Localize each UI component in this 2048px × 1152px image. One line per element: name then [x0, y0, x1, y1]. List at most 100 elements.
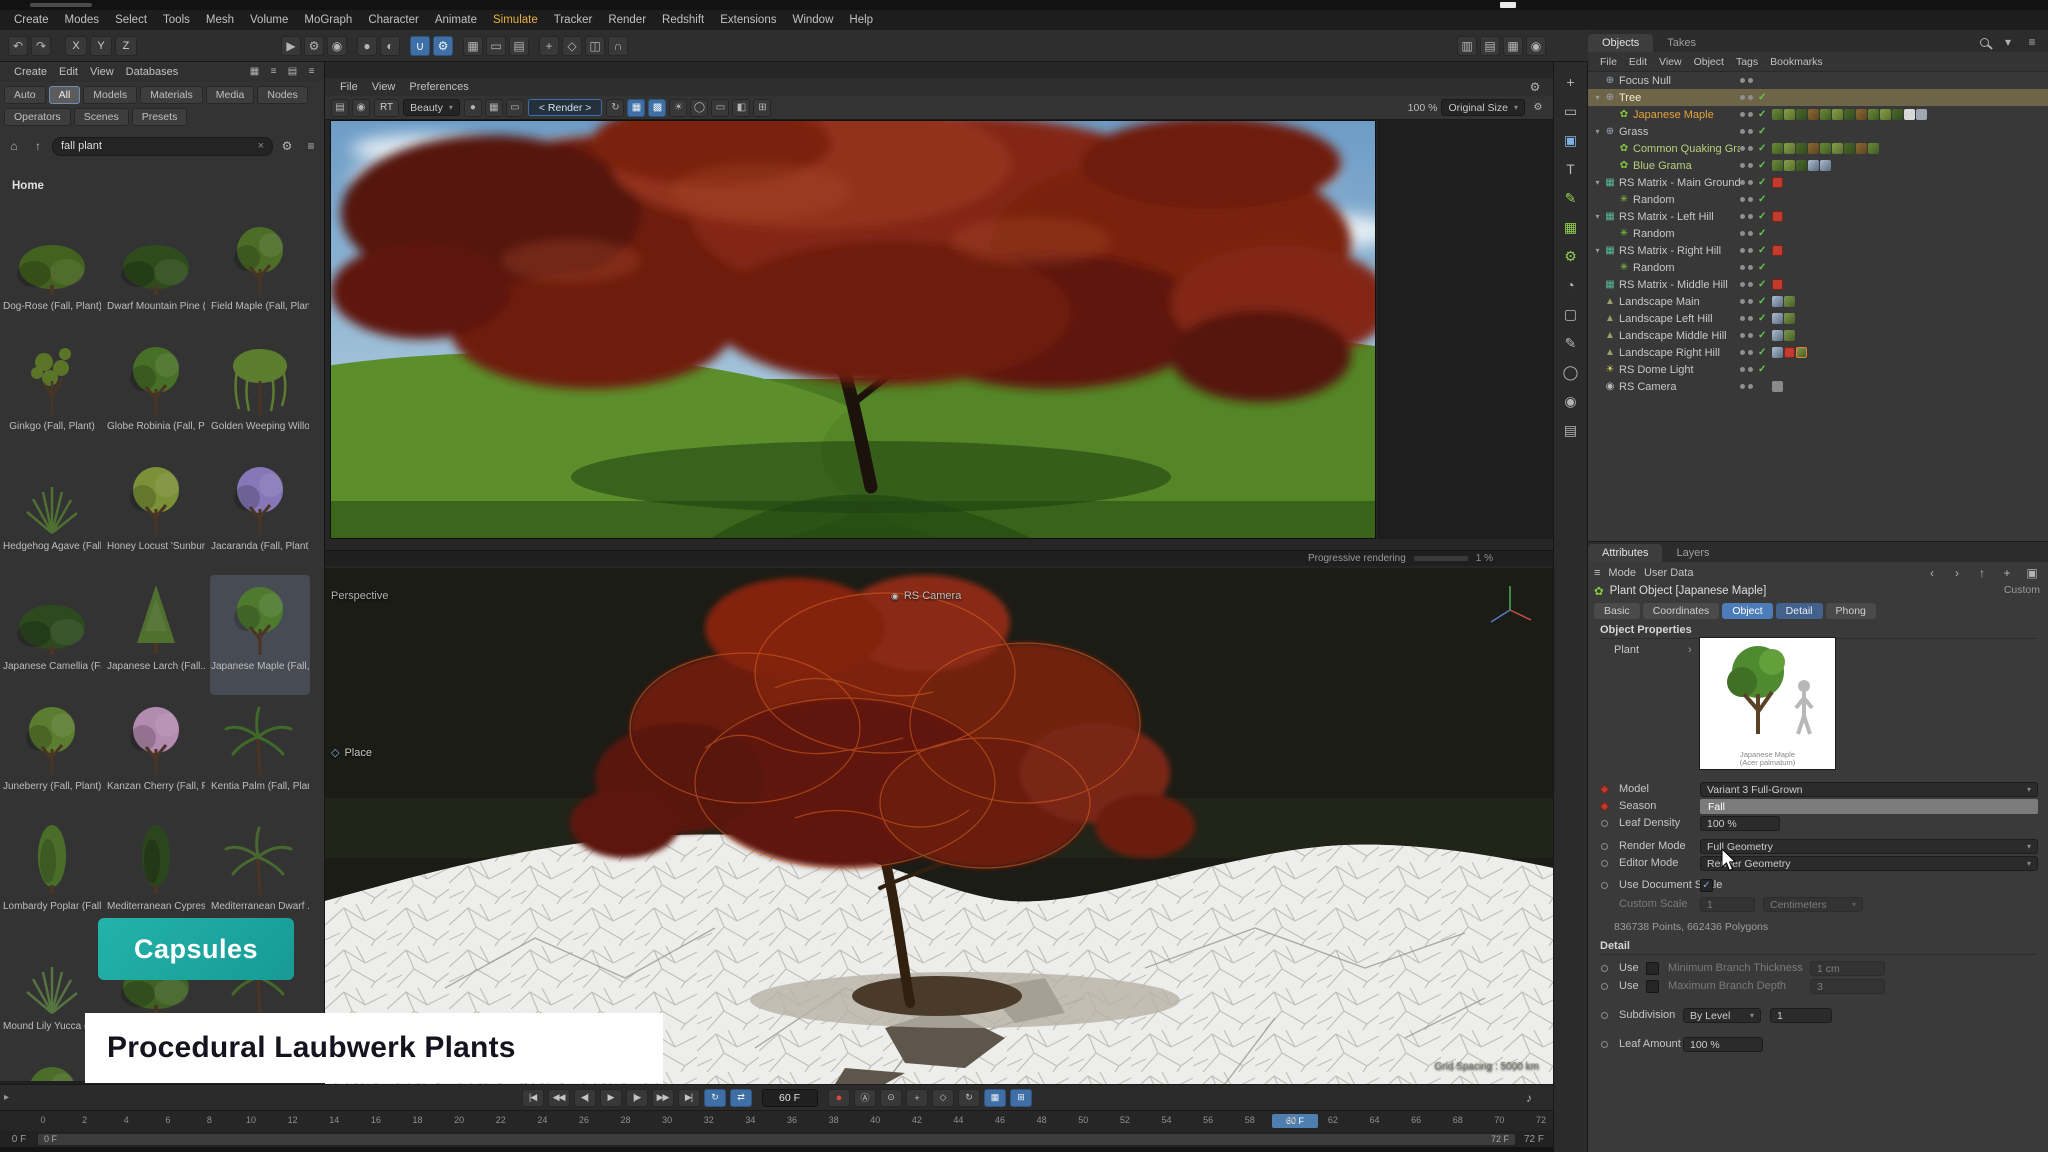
region-icon[interactable]: ▭ — [506, 99, 524, 117]
mirror-icon[interactable]: ◫ — [585, 36, 605, 56]
interactive-render-icon[interactable]: ◉ — [327, 36, 347, 56]
panel-tab-takes[interactable]: Takes — [1653, 34, 1710, 52]
visibility-dots[interactable] — [1740, 248, 1758, 253]
om-menu-tags[interactable]: Tags — [1730, 55, 1764, 69]
custom-label[interactable]: Custom — [2004, 584, 2040, 596]
enabled-check-icon[interactable]: ✓ — [1758, 109, 1772, 120]
min-branch-field[interactable]: 1 cm — [1810, 961, 1885, 976]
current-frame-field[interactable]: 60 F — [762, 1089, 818, 1107]
axis-icon[interactable]: + — [539, 36, 559, 56]
leaf-density-field[interactable]: 100 % — [1700, 816, 1780, 831]
keyframe-selection-icon[interactable]: ⊙ — [880, 1089, 902, 1107]
object-row-landscape-main[interactable]: ▲Landscape Main✓ — [1588, 293, 2048, 310]
object-row-rs-matrix-middle-hill[interactable]: ▦RS Matrix - Middle Hill✓ — [1588, 276, 2048, 293]
object-row-random[interactable]: ✳Random✓ — [1588, 225, 2048, 242]
enabled-check-icon[interactable]: ✓ — [1758, 313, 1772, 324]
asset-item-ginkgo-fall-plant[interactable]: Ginkgo (Fall, Plant) — [2, 335, 102, 455]
record-scale-icon[interactable]: ◇ — [932, 1089, 954, 1107]
pin-icon[interactable]: + — [1997, 563, 2017, 583]
panel-tab-objects[interactable]: Objects — [1588, 34, 1653, 52]
volume-icon[interactable]: ▢ — [1561, 304, 1581, 324]
leaf-amount-field[interactable]: 100 % — [1683, 1037, 1763, 1052]
render-settings-icon[interactable]: ⚙ — [304, 36, 324, 56]
menu-select[interactable]: Select — [107, 12, 155, 28]
go-end-icon[interactable]: ▶| — [678, 1089, 700, 1107]
autokey-icon[interactable]: Ⓐ — [854, 1089, 876, 1107]
text-icon[interactable]: T — [1561, 159, 1581, 179]
go-start-icon[interactable]: |◀ — [522, 1089, 544, 1107]
ab-menu-create[interactable]: Create — [8, 65, 53, 79]
season-slider[interactable]: Fall — [1700, 799, 2038, 814]
om-menu-file[interactable]: File — [1594, 55, 1623, 69]
menu-volume[interactable]: Volume — [242, 12, 296, 28]
pv-icon[interactable]: ⊞ — [753, 99, 771, 117]
texture-sel-tag-icon[interactable] — [1796, 347, 1807, 358]
max-branch-keyframe-dot[interactable] — [1601, 983, 1608, 990]
ab-tab-media[interactable]: Media — [206, 86, 255, 104]
redcube-tag-icon[interactable] — [1772, 177, 1783, 188]
ab-menu-view[interactable]: View — [84, 65, 120, 79]
ab-cat-scenes[interactable]: Scenes — [74, 108, 129, 126]
plant-preview[interactable]: Japanese Maple (Acer palmatum) — [1699, 637, 1836, 770]
attr-hamburger-icon[interactable]: ≡ — [1594, 567, 1600, 579]
om-menu-bookmarks[interactable]: Bookmarks — [1764, 55, 1829, 69]
compare-icon[interactable]: ◧ — [732, 99, 750, 117]
material-swatch[interactable] — [1772, 143, 1783, 154]
enabled-check-icon[interactable]: ✓ — [1758, 92, 1772, 103]
timeline-expand-icon[interactable]: ▸ — [4, 1092, 9, 1103]
panel-menu-icon[interactable]: ≡ — [2022, 32, 2042, 52]
asset-item-kanzan-cherry-fall-pl[interactable]: Kanzan Cherry (Fall, Pl... — [106, 695, 206, 815]
menu-animate[interactable]: Animate — [427, 12, 485, 28]
phong-tag-icon[interactable] — [1808, 160, 1819, 171]
sound-icon[interactable]: ♪ — [1519, 1088, 1539, 1108]
layout-panels-icon[interactable]: ▥ — [1457, 36, 1477, 56]
enabled-check-icon[interactable]: ✓ — [1758, 126, 1772, 137]
menu-tools[interactable]: Tools — [155, 12, 198, 28]
custom-scale-field[interactable]: 1 — [1700, 897, 1755, 912]
phong-tag-icon[interactable] — [1772, 296, 1783, 307]
render-viewport[interactable] — [330, 120, 1376, 539]
attr-tab-attributes[interactable]: Attributes — [1588, 544, 1662, 562]
back-icon[interactable]: ‹ — [1922, 563, 1942, 583]
ab-cat-presets[interactable]: Presets — [132, 108, 188, 126]
asset-item-hedgehog-agave-fall[interactable]: Hedgehog Agave (Fall... — [2, 455, 102, 575]
menu-extensions[interactable]: Extensions — [712, 12, 784, 28]
filter-circle-icon[interactable]: ◯ — [690, 99, 708, 117]
material-swatch[interactable] — [1796, 160, 1807, 171]
enabled-check-icon[interactable]: ✓ — [1758, 211, 1772, 222]
object-row-rs-matrix-right-hill[interactable]: ▾▦RS Matrix - Right Hill✓ — [1588, 242, 2048, 259]
object-row-random[interactable]: ✳Random✓ — [1588, 259, 2048, 276]
asset-item-field-maple-fall-plant[interactable]: Field Maple (Fall, Plant) — [210, 215, 310, 335]
record-rotation-icon[interactable]: ↻ — [958, 1089, 980, 1107]
asset-item-globe-robinia-fall-pl[interactable]: Globe Robinia (Fall, Pl... — [106, 335, 206, 455]
prev-key-icon[interactable]: ◀◀ — [548, 1089, 570, 1107]
beauty-dropdown[interactable]: Beauty▾ — [403, 99, 460, 116]
material-icon[interactable]: ● — [357, 36, 377, 56]
rv-menu-view[interactable]: View — [365, 80, 403, 94]
leaf-amount-keyframe-dot[interactable] — [1601, 1041, 1608, 1048]
object-row-blue-grama[interactable]: ✿Blue Grama✓ — [1588, 157, 2048, 174]
object-row-grass[interactable]: ▾⊕Grass✓ — [1588, 123, 2048, 140]
model-keyframe-dot[interactable] — [1600, 785, 1610, 795]
record-icon[interactable]: ● — [828, 1089, 850, 1107]
object-row-common-quaking-grass[interactable]: ✿Common Quaking Grass✓ — [1588, 140, 2048, 157]
ab-tab-all[interactable]: All — [49, 86, 81, 104]
ipr-icon[interactable]: ◉ — [352, 99, 370, 117]
visibility-dots[interactable] — [1740, 231, 1758, 236]
menu-create[interactable]: Create — [6, 12, 57, 28]
object-row-focus-null[interactable]: ⊕Focus Null — [1588, 72, 2048, 89]
section-tab-basic[interactable]: Basic — [1594, 603, 1640, 619]
phong-tag-icon[interactable] — [1772, 347, 1783, 358]
object-row-rs-dome-light[interactable]: ☀RS Dome Light✓ — [1588, 361, 2048, 378]
visibility-dots[interactable] — [1740, 350, 1758, 355]
menu-modes[interactable]: Modes — [57, 12, 108, 28]
expand-arrow-icon[interactable]: ▾ — [1592, 178, 1603, 187]
material-swatch[interactable] — [1784, 160, 1795, 171]
texture-tag-icon[interactable] — [1784, 296, 1795, 307]
visibility-dots[interactable] — [1740, 299, 1758, 304]
min-branch-checkbox[interactable] — [1646, 962, 1659, 975]
custom-scale-unit-dropdown[interactable]: Centimeters▾ — [1763, 897, 1863, 912]
use-document-scale-keyframe-dot[interactable] — [1601, 882, 1608, 889]
object-row-rs-camera[interactable]: ◉RS Camera — [1588, 378, 2048, 395]
material-swatch[interactable] — [1868, 143, 1879, 154]
